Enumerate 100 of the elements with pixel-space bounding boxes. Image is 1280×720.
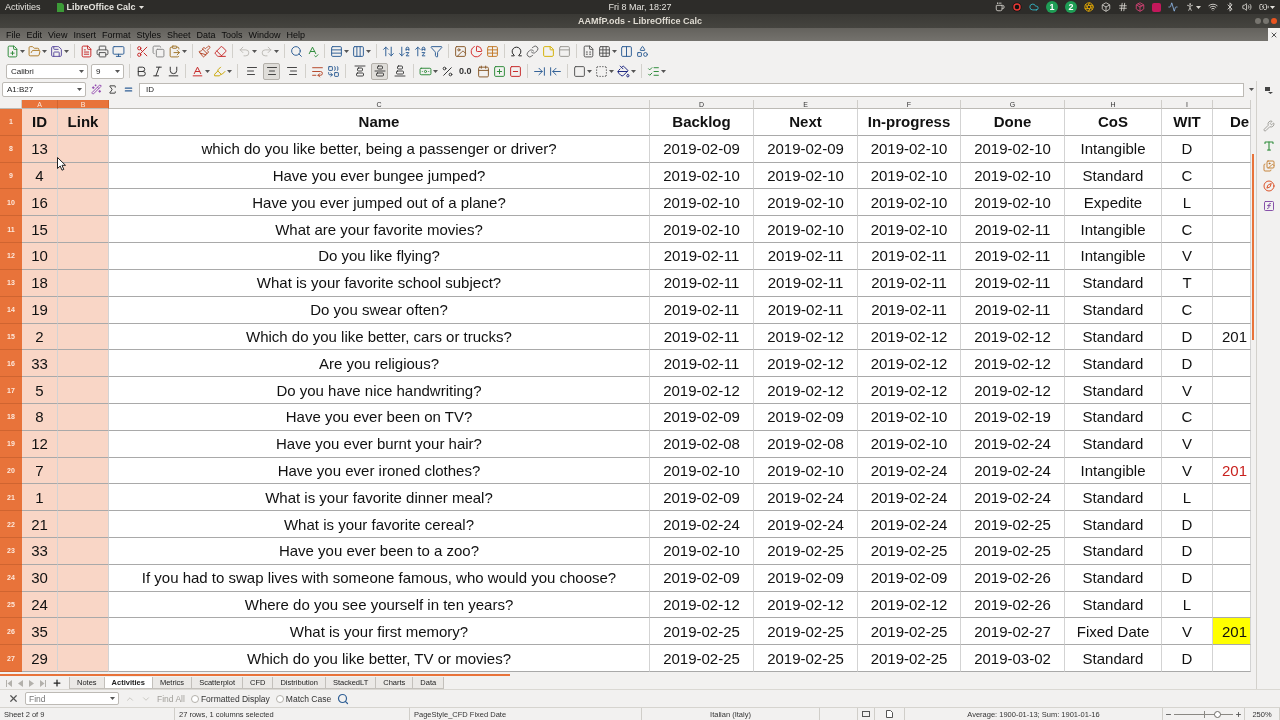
- dropdown-caret-icon[interactable]: [344, 49, 349, 53]
- dropdown-caret-icon[interactable]: [1196, 5, 1201, 9]
- document-icon[interactable]: [80, 44, 93, 58]
- columns-icon[interactable]: [352, 44, 365, 58]
- wand-icon[interactable]: [91, 84, 102, 95]
- align-middle-button[interactable]: [371, 62, 388, 80]
- letter-a-icon[interactable]: [191, 64, 204, 78]
- shapes-icon[interactable]: [636, 44, 649, 58]
- app-menu[interactable]: LibreOffice Calc: [56, 2, 144, 12]
- zoom-in-icon[interactable]: [1235, 710, 1242, 718]
- scrollbar-thumb[interactable]: [1252, 154, 1254, 340]
- sigma-icon[interactable]: [107, 84, 118, 95]
- dropdown-caret-icon[interactable]: [660, 69, 666, 73]
- number-format-tool[interactable]: 0.0: [457, 66, 474, 76]
- formula-input[interactable]: ID: [139, 82, 1244, 97]
- link-icon[interactable]: [526, 44, 539, 58]
- dropdown-caret-icon[interactable]: [227, 69, 232, 73]
- rectangle-icon[interactable]: [862, 711, 870, 717]
- scissors-icon[interactable]: [136, 44, 149, 58]
- wifi-icon[interactable]: [1208, 2, 1218, 12]
- dropdown-caret-icon[interactable]: [586, 69, 592, 73]
- menu-item[interactable]: Help: [283, 29, 309, 40]
- plus-square-icon[interactable]: [492, 64, 506, 78]
- sidebar-menu-icon[interactable]: [1264, 87, 1273, 94]
- notification-badge[interactable]: 2: [1065, 1, 1077, 13]
- name-box[interactable]: A1:B27: [2, 82, 86, 97]
- dropdown-caret-icon[interactable]: [205, 69, 210, 73]
- scrollbar-thumb[interactable]: [0, 674, 510, 676]
- bold-icon[interactable]: [135, 64, 148, 78]
- find-field[interactable]: Find: [25, 692, 119, 705]
- close-document-button[interactable]: [1268, 28, 1280, 41]
- menu-item[interactable]: Data: [193, 29, 219, 40]
- hash-icon[interactable]: [1118, 2, 1128, 12]
- compass-icon[interactable]: [1262, 180, 1275, 192]
- grid-icon[interactable]: [598, 44, 611, 58]
- font-name-field[interactable]: Calibri: [6, 63, 88, 79]
- save-icon[interactable]: [50, 44, 63, 58]
- coffee-icon[interactable]: [995, 2, 1005, 12]
- dropdown-caret-icon[interactable]: [1249, 88, 1254, 91]
- merge-cells-icon[interactable]: [327, 64, 340, 78]
- dropdown-caret-icon[interactable]: [110, 697, 115, 700]
- italic-icon[interactable]: [151, 64, 164, 78]
- volume-icon[interactable]: [1242, 2, 1252, 12]
- activities-button[interactable]: Activities: [5, 2, 41, 12]
- list-checks-icon[interactable]: [646, 64, 660, 78]
- menu-item[interactable]: File: [3, 29, 24, 40]
- menu-item[interactable]: Insert: [70, 29, 99, 40]
- ring-icon[interactable]: [1012, 2, 1022, 12]
- function-icon[interactable]: [1262, 200, 1275, 212]
- menu-item[interactable]: View: [45, 29, 71, 40]
- calendar-icon[interactable]: [476, 64, 490, 78]
- pulse-line-icon[interactable]: [1168, 2, 1178, 12]
- checkbox-option[interactable]: Formatted Display: [190, 693, 270, 704]
- minus-square-icon[interactable]: [508, 64, 522, 78]
- split-view-icon[interactable]: [620, 44, 633, 58]
- outdent-icon[interactable]: [548, 64, 562, 78]
- dropdown-caret-icon[interactable]: [608, 69, 614, 73]
- dropdown-caret-icon[interactable]: [1270, 5, 1275, 9]
- dropdown-caret-icon[interactable]: [630, 69, 636, 73]
- underline-icon[interactable]: [167, 64, 180, 78]
- dropdown-caret-icon[interactable]: [115, 69, 120, 73]
- dropdown-caret-icon[interactable]: [138, 5, 144, 9]
- menu-item[interactable]: Tools: [218, 29, 246, 40]
- document-icon[interactable]: [886, 710, 893, 718]
- square-app-icon[interactable]: [1152, 2, 1161, 12]
- omega-icon[interactable]: [510, 44, 523, 58]
- dropdown-caret-icon[interactable]: [366, 49, 371, 53]
- dropdown-caret-icon[interactable]: [274, 49, 279, 53]
- slider-thumb[interactable]: [1214, 710, 1222, 718]
- menu-item[interactable]: Window: [245, 29, 284, 40]
- dropdown-caret-icon[interactable]: [79, 69, 84, 73]
- monitor-icon[interactable]: [112, 44, 125, 58]
- paint-bucket-icon[interactable]: [616, 64, 630, 78]
- package-icon[interactable]: [1135, 2, 1145, 12]
- table-icon[interactable]: [486, 44, 499, 58]
- percent-icon[interactable]: [441, 64, 454, 78]
- menu-item[interactable]: Styles: [133, 29, 164, 40]
- search-icon[interactable]: [337, 692, 350, 705]
- filter-icon[interactable]: [430, 44, 443, 58]
- checkbox[interactable]: [190, 694, 199, 703]
- cloud-icon[interactable]: [1029, 2, 1039, 12]
- image-icon[interactable]: [454, 44, 467, 58]
- dropdown-caret-icon[interactable]: [433, 69, 438, 73]
- checkbox-option[interactable]: Match Case: [275, 693, 332, 704]
- aperture-icon[interactable]: [1084, 2, 1094, 12]
- dropdown-caret-icon[interactable]: [252, 49, 257, 53]
- person-icon[interactable]: [1185, 2, 1195, 12]
- plus-icon[interactable]: [52, 678, 62, 688]
- sort-icon[interactable]: [382, 44, 395, 58]
- battery-icon[interactable]: [1259, 2, 1269, 12]
- dropdown-caret-icon[interactable]: [42, 49, 47, 53]
- rows-icon[interactable]: [330, 44, 343, 58]
- dropdown-caret-icon[interactable]: [77, 88, 82, 91]
- wrap-text-icon[interactable]: [311, 64, 324, 78]
- paintbrush-icon[interactable]: [198, 44, 211, 58]
- clipboard-icon[interactable]: [168, 44, 181, 58]
- eraser-icon[interactable]: [214, 44, 227, 58]
- pie-chart-icon[interactable]: [470, 44, 483, 58]
- menu-item[interactable]: Format: [98, 29, 134, 40]
- dropdown-caret-icon[interactable]: [20, 49, 25, 53]
